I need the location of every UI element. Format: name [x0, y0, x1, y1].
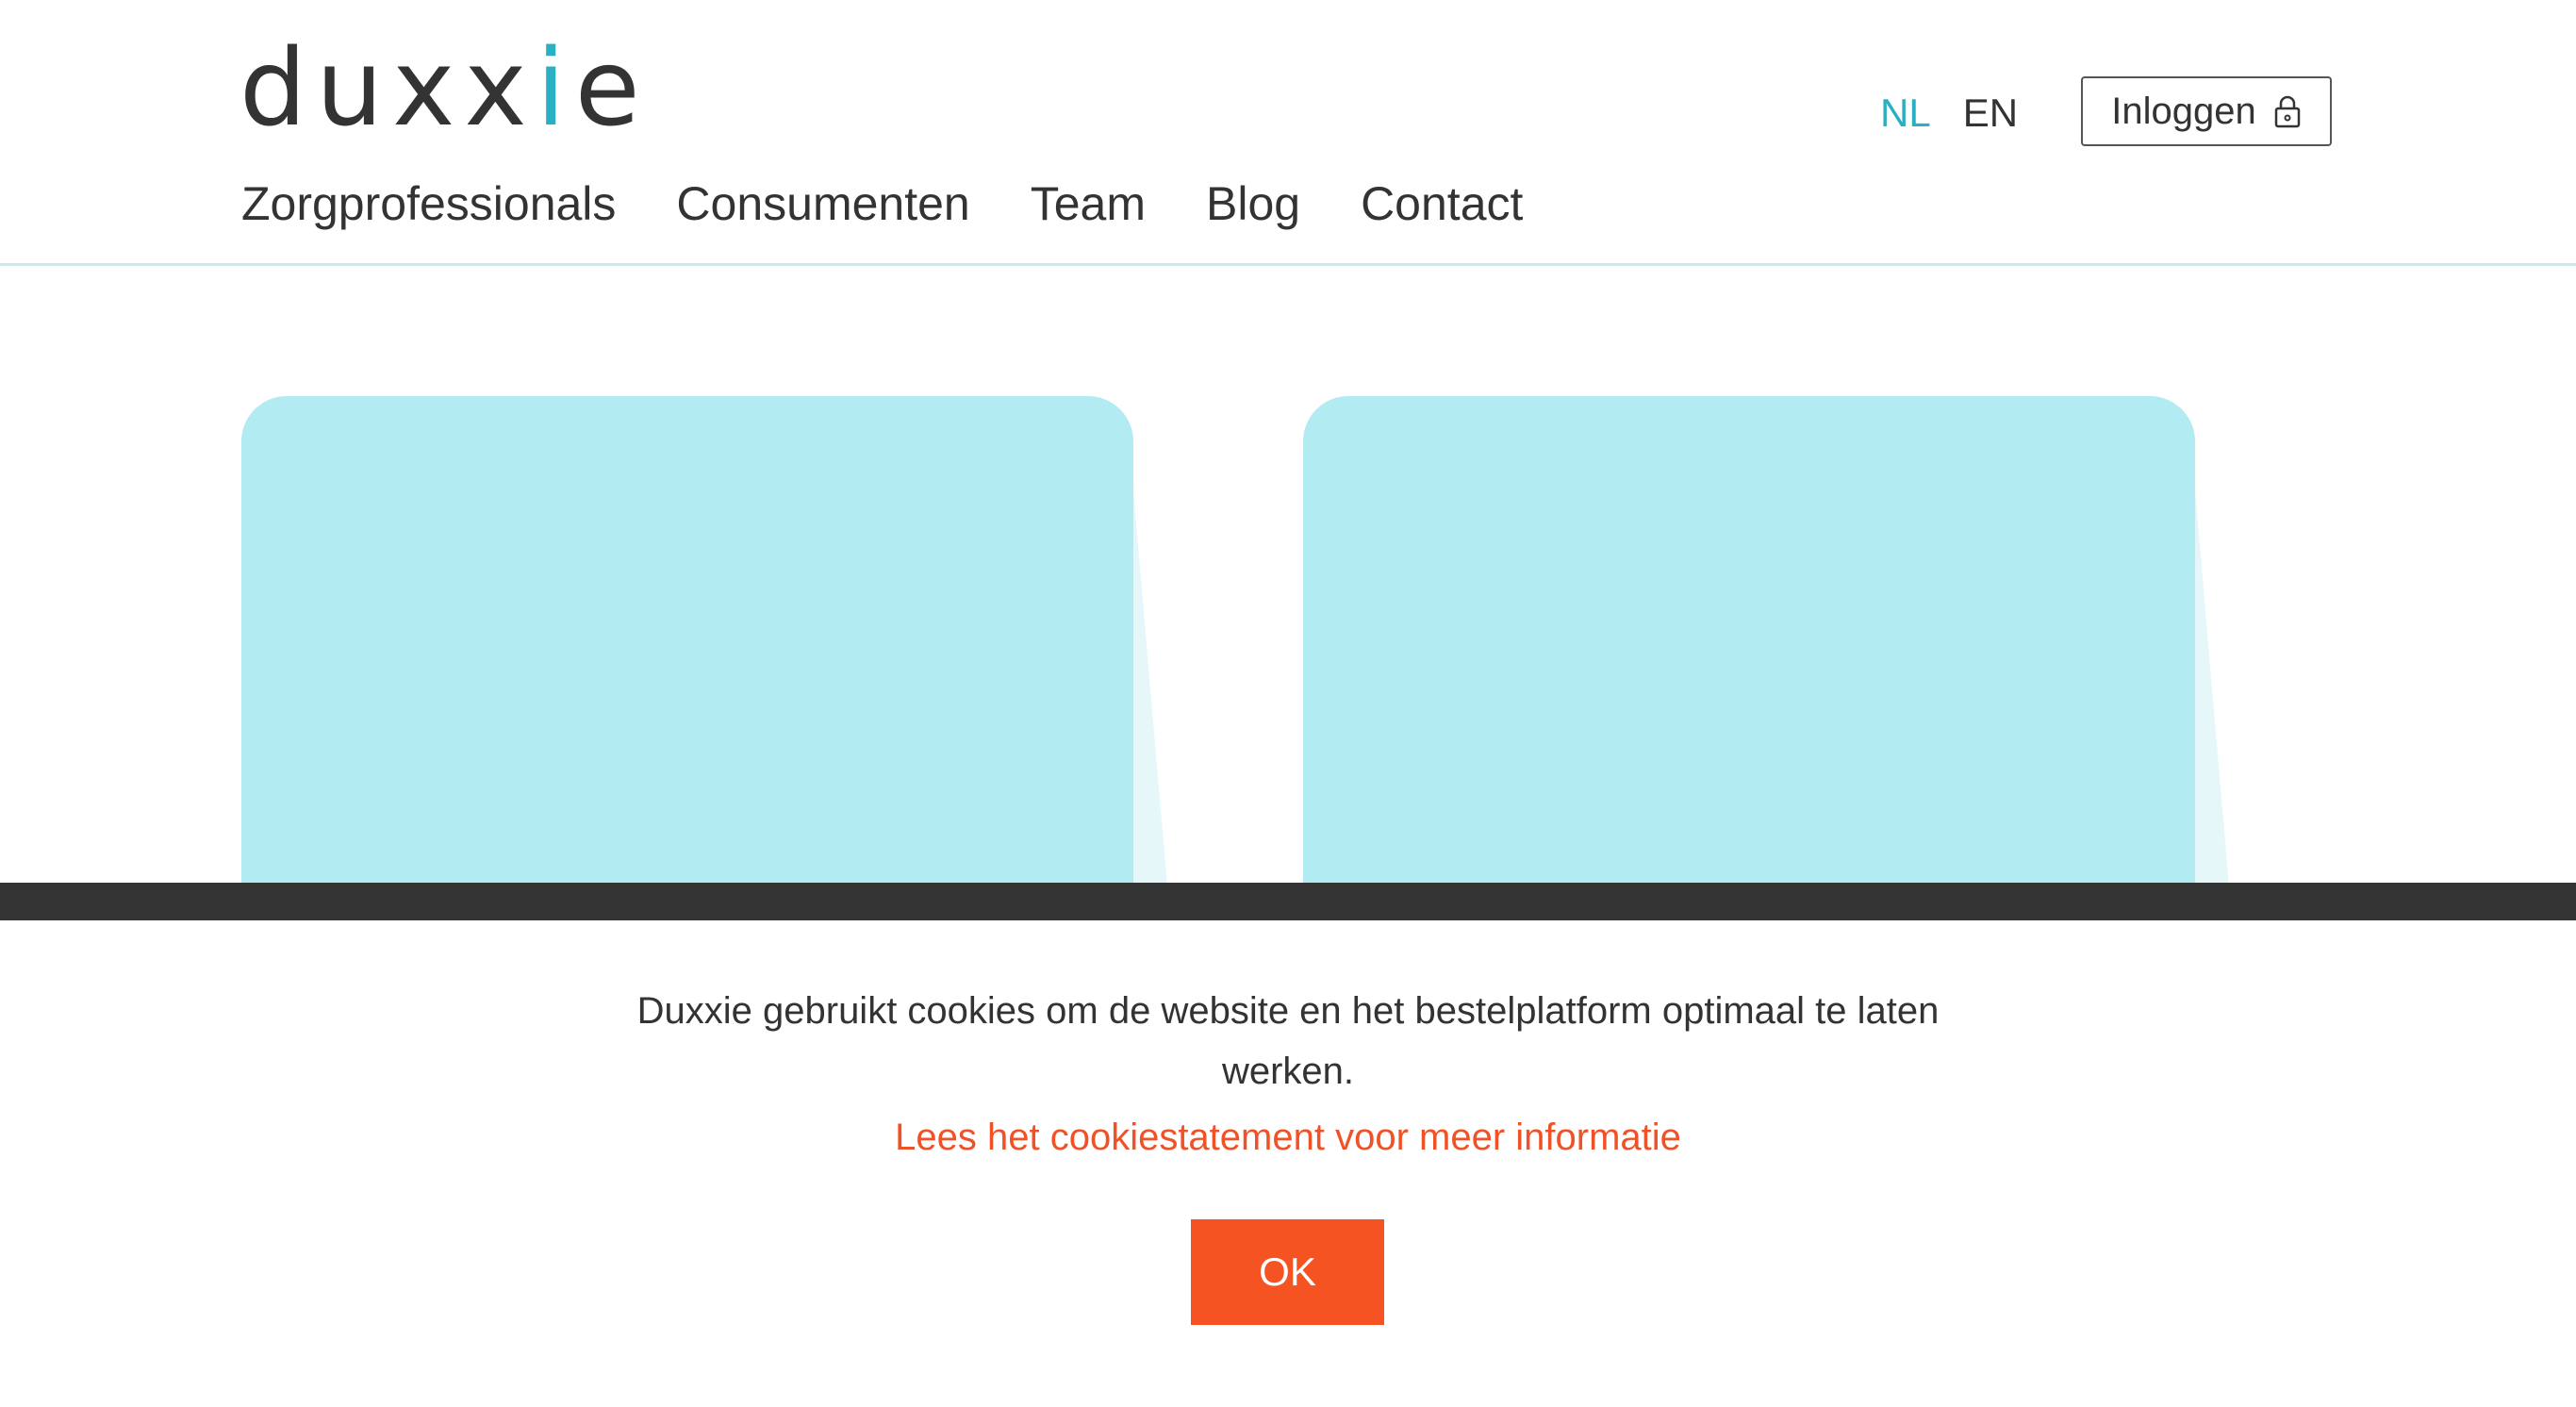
nav-item-blog[interactable]: Blog — [1206, 170, 1300, 238]
language-switcher: NL EN — [1880, 85, 2018, 141]
cookie-ok-button[interactable]: OK — [1191, 1219, 1384, 1325]
main-nav: Zorgprofessionals Consumenten Team Blog … — [241, 170, 1523, 238]
duxxie-logo[interactable]: duxxie — [239, 28, 650, 141]
nav-item-team[interactable]: Team — [1031, 170, 1146, 238]
language-option-nl[interactable]: NL — [1880, 85, 1931, 141]
logo-wordmark: duxxie — [239, 27, 650, 150]
feature-card[interactable] — [1303, 396, 2195, 886]
feature-card[interactable] — [241, 396, 1133, 886]
nav-item-zorgprofessionals[interactable]: Zorgprofessionals — [241, 170, 616, 238]
card-shadow — [2195, 490, 2229, 886]
login-button[interactable]: Inloggen — [2081, 76, 2332, 146]
language-option-en[interactable]: EN — [1963, 85, 2018, 141]
nav-item-contact[interactable]: Contact — [1361, 170, 1523, 238]
login-label: Inloggen — [2111, 90, 2256, 132]
cookie-banner-top-bar — [0, 883, 2576, 920]
cookie-statement-link[interactable]: Lees het cookiestatement voor meer infor… — [628, 1107, 1948, 1167]
lock-icon — [2273, 94, 2302, 128]
nav-item-consumenten[interactable]: Consumenten — [676, 170, 969, 238]
card-shadow — [1133, 490, 1167, 886]
cookie-message: Duxxie gebruikt cookies om de website en… — [636, 990, 1940, 1092]
site-header: duxxie Zorgprofessionals Consumenten Tea… — [0, 0, 2576, 266]
